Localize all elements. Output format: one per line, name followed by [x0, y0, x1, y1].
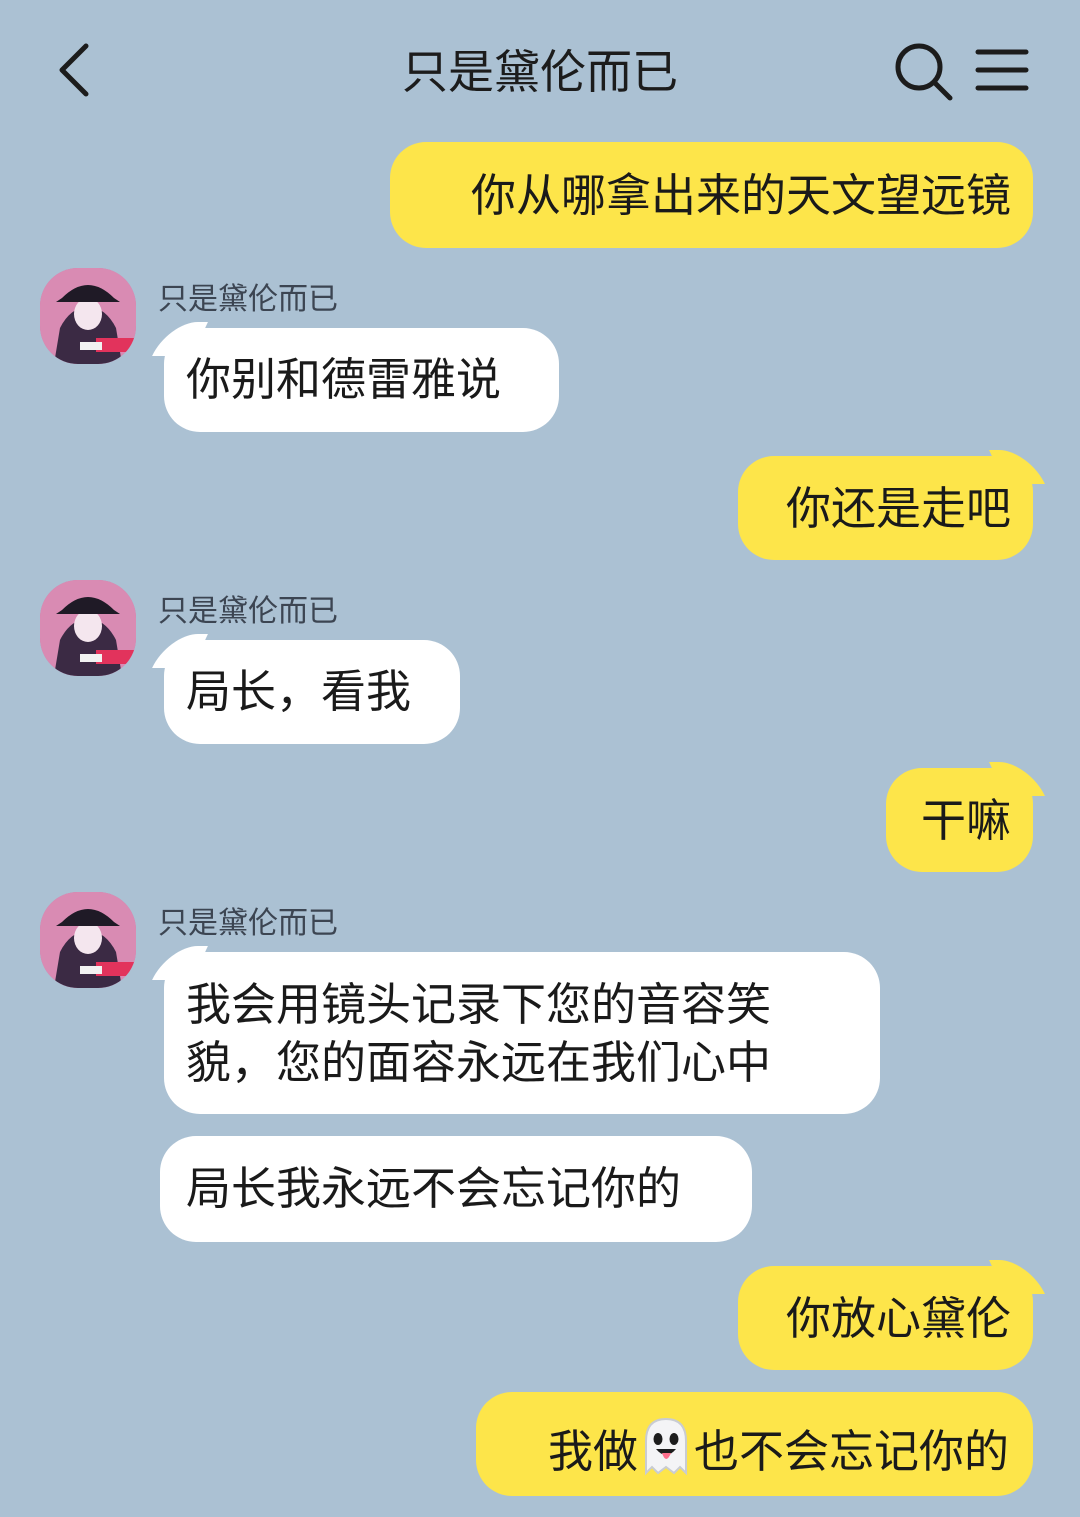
- ghost-icon: [644, 1417, 687, 1476]
- avatar[interactable]: [40, 268, 136, 364]
- menu-button[interactable]: [972, 42, 1032, 98]
- back-button[interactable]: [48, 38, 108, 102]
- incoming-message[interactable]: 你别和德雷雅说: [164, 328, 559, 432]
- avatar-image: [40, 892, 136, 988]
- outgoing-message[interactable]: 我做 也不会忘记你的: [476, 1392, 1033, 1496]
- message-text: 局长，看我: [186, 665, 412, 718]
- sender-name: 只是黛伦而已: [158, 282, 338, 317]
- outgoing-message[interactable]: 干嘛: [886, 768, 1033, 872]
- incoming-message[interactable]: 局长我永远不会忘记你的: [160, 1136, 752, 1242]
- chat-header: 只是黛伦而已: [0, 0, 1080, 140]
- incoming-message[interactable]: 局长，看我: [164, 640, 460, 744]
- outgoing-message[interactable]: 你放心黛伦: [738, 1266, 1033, 1370]
- menu-icon: [975, 49, 1029, 91]
- sender-name: 只是黛伦而已: [158, 906, 338, 941]
- chevron-left-icon: [59, 43, 89, 97]
- outgoing-message[interactable]: 你还是走吧: [738, 456, 1033, 560]
- message-text: 你还是走吧: [785, 482, 1011, 535]
- sender-name: 只是黛伦而已: [158, 594, 338, 629]
- message-text-line-1: 我会用镜头记录下您的音容笑: [186, 978, 772, 1031]
- message-text: 你放心黛伦: [785, 1292, 1011, 1345]
- message-text: 你别和德雷雅说: [186, 353, 502, 406]
- message-text-before: 我做: [547, 1425, 638, 1478]
- incoming-message[interactable]: 我会用镜头记录下您的音容笑 貌，您的面容永远在我们心中: [164, 952, 880, 1114]
- outgoing-message[interactable]: 你从哪拿出来的天文望远镜: [390, 142, 1033, 248]
- search-button[interactable]: [890, 38, 956, 104]
- message-text: 你从哪拿出来的天文望远镜: [470, 169, 1011, 222]
- avatar[interactable]: [40, 892, 136, 988]
- message-text: 干嘛: [920, 794, 1011, 847]
- message-text: 局长我永远不会忘记你的: [186, 1162, 682, 1215]
- search-icon: [895, 43, 953, 101]
- avatar[interactable]: [40, 580, 136, 676]
- message-text-line-2: 貌，您的面容永远在我们心中: [186, 1036, 772, 1089]
- message-text-after: 也不会忘记你的: [693, 1425, 1009, 1478]
- avatar-image: [40, 268, 136, 364]
- avatar-image: [40, 580, 136, 676]
